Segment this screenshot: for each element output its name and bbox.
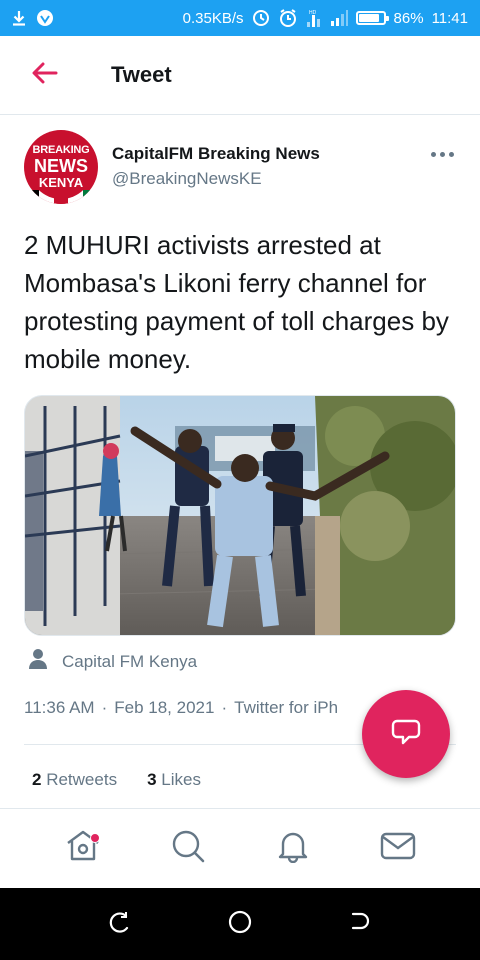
svg-text:HD: HD (309, 10, 317, 16)
data-saver-icon (252, 9, 270, 27)
compose-reply-icon (391, 718, 421, 751)
avatar-logo-line1: BREAKING (32, 144, 90, 156)
more-dot-icon (430, 151, 436, 157)
status-right: 0.35KB/s HD 86% 11:41 (183, 8, 468, 28)
circle-home-icon (228, 910, 252, 939)
page-title: Tweet (111, 62, 172, 87)
nav-messages[interactable] (368, 819, 428, 879)
status-bar: 0.35KB/s HD 86% 11:41 (0, 0, 480, 36)
nav-notifications[interactable] (263, 819, 323, 879)
home-button[interactable] (220, 904, 260, 944)
alarm-icon (278, 8, 298, 28)
notification-dot (89, 832, 100, 843)
likes-label: Likes (161, 770, 201, 789)
avatar-logo-line2: NEWS (34, 156, 88, 176)
likes-count: 3 (147, 770, 157, 789)
tweet-stats: 2 Retweets 3 Likes (32, 770, 201, 790)
retweets-stat[interactable]: 2 Retweets (32, 770, 117, 790)
system-navigation-bar (0, 888, 480, 960)
mail-icon (380, 832, 416, 865)
retweets-label: Retweets (46, 770, 118, 789)
battery-percent: 86% (393, 9, 424, 27)
bell-icon (277, 829, 309, 868)
bottom-navigation (0, 808, 480, 888)
author-handle[interactable]: @BreakingNewsKE (112, 169, 262, 189)
wifi-signal-icon: HD (306, 9, 322, 27)
person-icon (28, 648, 48, 675)
more-dot-icon (439, 151, 445, 157)
tweet-meta: 11:36 AM · Feb 18, 2021 · Twitter for iPh (24, 698, 338, 718)
meta-separator: · (101, 698, 108, 717)
back-system-button[interactable] (340, 904, 380, 944)
location-label: Capital FM Kenya (62, 651, 198, 671)
back-system-icon (349, 911, 371, 938)
tweet-date: Feb 18, 2021 (114, 698, 215, 717)
header: Tweet (0, 36, 480, 115)
battery-icon (355, 11, 389, 25)
nav-search[interactable] (158, 819, 218, 879)
battery-fill (358, 14, 380, 22)
likes-stat[interactable]: 3 Likes (147, 770, 201, 790)
tweet-time: 11:36 AM (24, 698, 95, 717)
tweet-text: 2 MUHURI activists arrested at Mombasa's… (24, 230, 449, 374)
nav-home[interactable] (53, 819, 113, 879)
search-icon (171, 829, 205, 868)
back-button[interactable] (0, 36, 92, 115)
tweet-source[interactable]: Twitter for iPh (234, 698, 338, 717)
cell-signal-icon (330, 10, 348, 26)
tweet-location[interactable]: Capital FM Kenya (28, 648, 197, 675)
download-icon (12, 10, 26, 26)
author-name[interactable]: CapitalFM Breaking News (112, 144, 320, 164)
recents-button[interactable] (100, 904, 140, 944)
avatar[interactable]: BREAKING NEWS KENYA (24, 130, 98, 204)
more-options-button[interactable] (428, 144, 456, 164)
network-speed: 0.35KB/s (182, 9, 244, 27)
avatar-logo: BREAKING NEWS KENYA (29, 135, 93, 199)
meta-separator: · (221, 698, 228, 717)
retweets-count: 2 (32, 770, 42, 789)
vpn-shield-icon (36, 9, 54, 27)
arrow-left-icon (32, 62, 58, 89)
more-dot-icon (448, 151, 454, 157)
tweet-photo[interactable] (24, 395, 456, 636)
status-left (12, 9, 54, 27)
recents-icon (109, 911, 131, 938)
avatar-logo-line3: KENYA (38, 175, 84, 190)
clock: 11:41 (431, 9, 468, 27)
tweet-author: BREAKING NEWS KENYA CapitalFM Breaking N… (24, 128, 456, 208)
reply-fab-button[interactable] (362, 690, 450, 778)
